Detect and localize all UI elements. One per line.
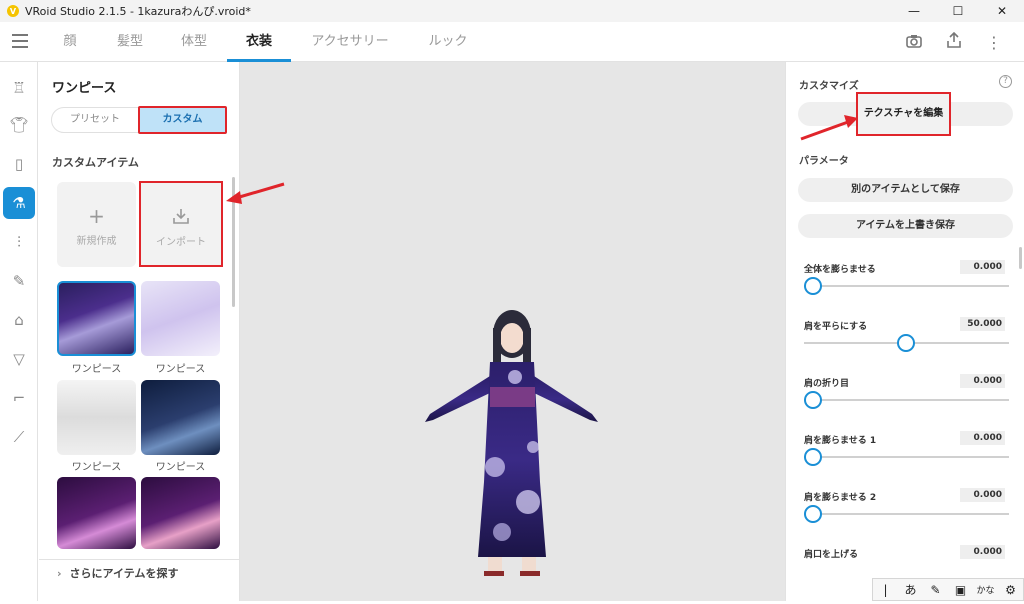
annotation-arrows [226, 115, 858, 204]
arrow-to-import [235, 182, 285, 200]
ime-pad-icon[interactable]: ✎ [923, 583, 948, 597]
ime-handle[interactable]: | [873, 583, 898, 597]
arrow-head-edit [844, 115, 858, 128]
ime-toolbar: | あ ✎ ▣ かな ⚙ [872, 578, 1024, 601]
ime-settings-icon[interactable]: ⚙ [998, 583, 1023, 597]
arrow-head-import [226, 191, 242, 204]
ime-kana[interactable]: かな [973, 583, 998, 596]
ime-dictionary-icon[interactable]: ▣ [948, 583, 973, 597]
arrow-to-edit-texture [800, 120, 849, 141]
ime-mode[interactable]: あ [898, 581, 923, 598]
